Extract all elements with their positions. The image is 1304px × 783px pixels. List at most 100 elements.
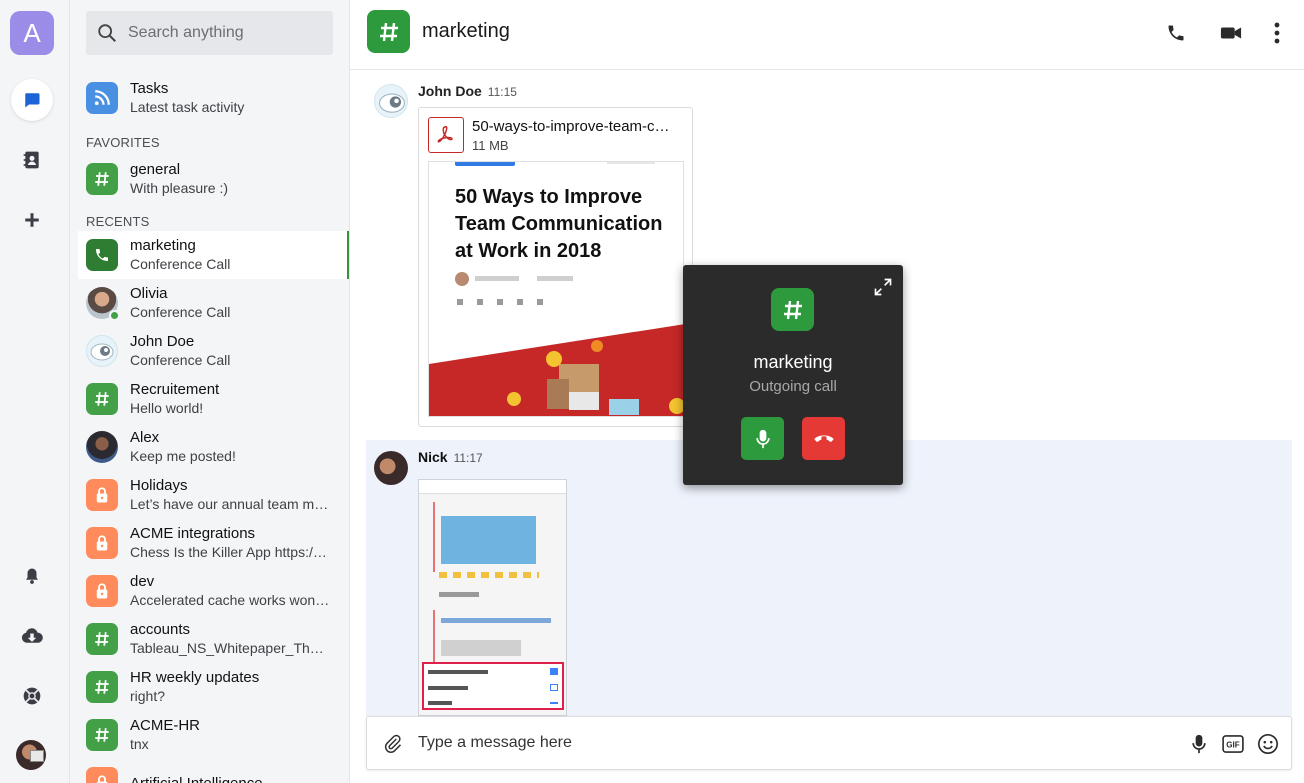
conversation-title: ACME integrations — [130, 525, 256, 542]
placeholder-line — [537, 276, 573, 281]
lock-icon — [86, 575, 118, 607]
conversation-item-recruitement[interactable]: Recruitement Hello world! — [78, 375, 349, 423]
video-call-button[interactable] — [1216, 18, 1246, 48]
file-size: 11 MB — [472, 138, 509, 153]
conversation-preview: Conference Call — [130, 352, 231, 368]
conversation-preview: Tableau_NS_Whitepaper_The_… — [130, 640, 330, 656]
conversation-preview: Conference Call — [130, 304, 231, 320]
message-input[interactable]: Type a message here — [418, 734, 572, 752]
file-name[interactable]: 50-ways-to-improve-team-c… — [472, 118, 670, 135]
screenshot-reactions — [439, 572, 539, 578]
hashtag-icon — [86, 671, 118, 703]
chats-icon[interactable] — [11, 79, 53, 121]
preview-title: 50 Ways to Improve Team Communication at… — [455, 186, 663, 262]
message-composer[interactable]: Type a message here GIF — [366, 716, 1292, 770]
call-channel-name: marketing — [753, 352, 833, 372]
help-lifebuoy-icon[interactable] — [11, 675, 53, 717]
workspace-avatar[interactable]: A — [10, 11, 54, 55]
message-author[interactable]: Nick 11:17 — [418, 449, 483, 465]
gif-button[interactable]: GIF — [1219, 730, 1247, 758]
phone-icon — [1168, 25, 1184, 41]
add-icon[interactable] — [11, 199, 53, 241]
toggle-microphone-button[interactable] — [741, 417, 784, 460]
conversation-item-dev[interactable]: dev Accelerated cache works won… — [78, 567, 349, 615]
screenshot-action-sheet — [422, 662, 564, 710]
more-vertical-icon — [1274, 22, 1280, 44]
expand-call-button[interactable] — [873, 277, 893, 297]
conversation-preview: Hello world! — [130, 400, 204, 416]
tasks-title: Tasks — [130, 80, 169, 97]
user-avatar[interactable] — [16, 740, 46, 770]
conversation-item-acme-hr[interactable]: ACME-HR tnx — [78, 711, 349, 759]
contacts-icon[interactable] — [11, 139, 53, 181]
conversation-item-john-doe[interactable]: John Doe Conference Call — [78, 327, 349, 375]
author-avatar — [455, 272, 469, 286]
app-rail: A — [0, 0, 70, 783]
rss-feed-icon — [86, 82, 118, 114]
screenshot-title-block — [441, 640, 521, 656]
outgoing-call-popup: marketing Outgoing call — [683, 265, 903, 485]
avatar — [374, 451, 408, 485]
screenshot-topbar — [419, 480, 566, 494]
conversation-item-general[interactable]: general With pleasure :) — [78, 155, 349, 203]
conversation-item-artificial-intelligence[interactable]: Artificial Intelligence — [78, 759, 349, 783]
svg-text:GIF: GIF — [1226, 741, 1240, 750]
attach-file-button[interactable] — [379, 730, 407, 758]
conversation-preview: With pleasure :) — [130, 180, 229, 196]
download-cloud-icon[interactable] — [11, 615, 53, 657]
placeholder-line — [475, 276, 519, 281]
microphone-icon — [1192, 734, 1206, 754]
author-name: Nick — [418, 449, 448, 465]
emoji-button[interactable] — [1254, 730, 1282, 758]
conversation-item-acme-integrations[interactable]: ACME integrations Chess Is the Killer Ap… — [78, 519, 349, 567]
conversation-title: Artificial Intelligence — [130, 774, 263, 783]
conversation-title: Holidays — [130, 477, 188, 494]
expand-icon — [874, 278, 892, 296]
video-camera-icon — [1220, 27, 1242, 39]
conversation-preview: Chess Is the Killer App https:/… — [130, 544, 327, 560]
avatar — [86, 431, 118, 463]
search-input[interactable]: Search anything — [128, 24, 244, 42]
conversation-item-hr-weekly-updates[interactable]: HR weekly updates right? — [78, 663, 349, 711]
conversation-title: ACME-HR — [130, 717, 200, 734]
conversation-item-marketing[interactable]: marketing Conference Call — [78, 231, 349, 279]
screenshot-image — [441, 516, 536, 564]
message-time: 11:17 — [453, 451, 483, 465]
conversation-title: accounts — [130, 621, 191, 638]
tasks-item[interactable]: Tasks Latest task activity — [86, 78, 330, 118]
conversation-preview: Conference Call — [130, 256, 231, 272]
file-preview-thumbnail[interactable]: 50 Ways to Improve Team Communication at… — [428, 161, 684, 417]
conversation-title: dev — [130, 573, 155, 590]
search-icon — [98, 24, 116, 42]
conversation-item-accounts[interactable]: accounts Tableau_NS_Whitepaper_The_… — [78, 615, 349, 663]
avatar — [86, 287, 120, 321]
file-attachment[interactable]: 50-ways-to-improve-team-c… 11 MB 50 Ways… — [418, 107, 693, 427]
hashtag-icon — [86, 623, 118, 655]
conversation-preview: Accelerated cache works won… — [130, 592, 330, 608]
conversation-title: marketing — [130, 237, 196, 254]
conversation-title: HR weekly updates — [130, 669, 260, 686]
conversation-preview: Let’s have our annual team m… — [130, 496, 329, 512]
tasks-subtitle: Latest task activity — [130, 99, 245, 115]
more-options-button[interactable] — [1262, 18, 1292, 48]
end-call-button[interactable] — [802, 417, 845, 460]
search-box[interactable]: Search anything — [86, 11, 333, 55]
hashtag-icon — [86, 163, 118, 195]
voice-call-button[interactable] — [1161, 18, 1191, 48]
message-author[interactable]: John Doe 11:15 — [418, 83, 517, 99]
conversation-item-alex[interactable]: Alex Keep me posted! — [78, 423, 349, 471]
chat-header: marketing — [350, 0, 1304, 70]
notifications-bell-icon[interactable] — [11, 555, 53, 597]
lock-icon — [86, 479, 118, 511]
online-status-dot — [109, 310, 120, 321]
conversation-item-olivia[interactable]: Olivia Conference Call — [78, 279, 349, 327]
hang-up-icon — [814, 434, 833, 442]
hashtag-icon — [771, 288, 814, 331]
conversation-title: Olivia — [130, 285, 168, 302]
phone-icon — [86, 239, 118, 271]
image-attachment[interactable] — [418, 479, 567, 716]
gif-icon: GIF — [1222, 735, 1244, 753]
voice-message-button[interactable] — [1185, 730, 1213, 758]
brand-logo — [455, 162, 515, 166]
conversation-item-holidays[interactable]: Holidays Let’s have our annual team m… — [78, 471, 349, 519]
